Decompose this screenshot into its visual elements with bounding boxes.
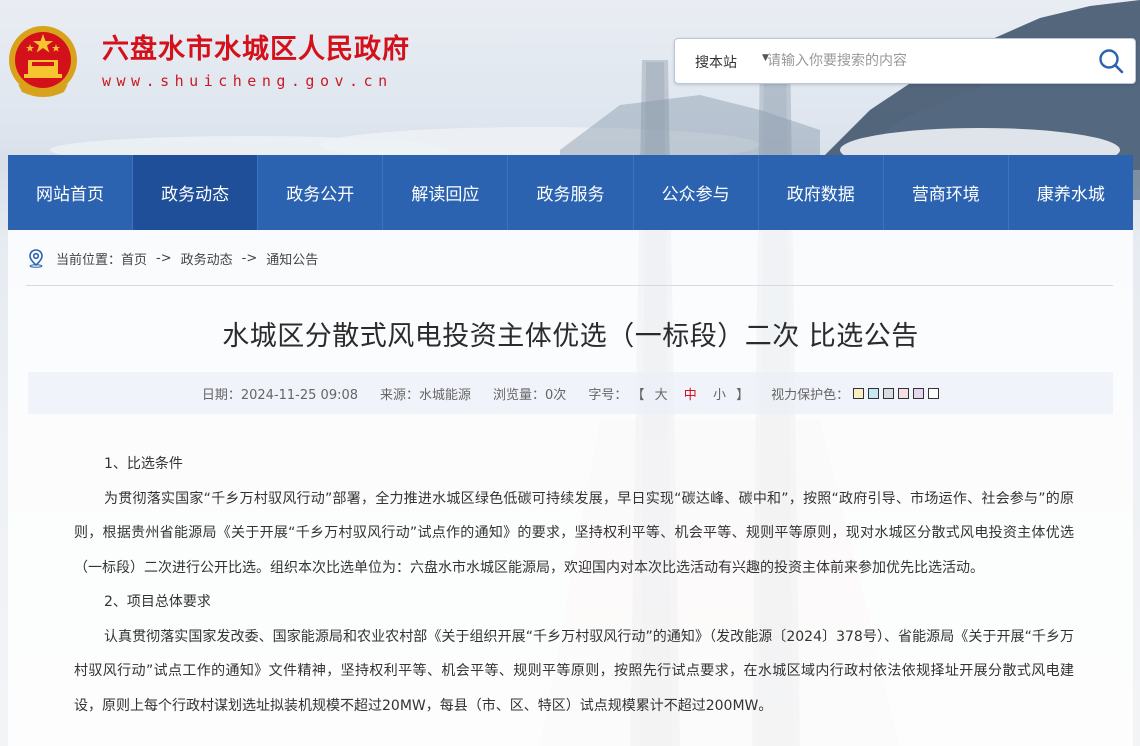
paragraph: 为贯彻落实国家“千乡万村驭风行动”部署，全力推进水城区绿色低碳可持续发展，早日实… <box>74 490 1074 576</box>
eye-care-swatch[interactable] <box>853 387 865 399</box>
search-bar: 搜本站 ▼ <box>674 38 1136 84</box>
location-icon <box>29 249 43 268</box>
article-source: 来源：水城能源 <box>380 387 472 403</box>
section-heading: 2、项目总体要求 <box>104 594 211 610</box>
article-title: 水城区分散式风电投资主体优选（一标段）二次 比选公告 <box>222 321 919 352</box>
nav-item-business[interactable]: 营商环境 <box>884 155 1009 230</box>
font-size-medium[interactable]: 中 <box>684 388 697 403</box>
nav-item-participation[interactable]: 公众参与 <box>634 155 759 230</box>
breadcrumb-home[interactable]: 首页 <box>121 249 147 268</box>
nav-item-disclosure[interactable]: 政务公开 <box>258 155 384 230</box>
eye-care-swatch[interactable] <box>898 387 910 399</box>
breadcrumb-news[interactable]: 政务动态 <box>181 249 233 268</box>
font-size-large[interactable]: 大 <box>655 388 668 403</box>
main-nav: 网站首页 政务动态 政务公开 解读回应 政务服务 公众参与 政府数据 营商环境 … <box>8 155 1133 230</box>
breadcrumb-notices[interactable]: 通知公告 <box>266 249 318 268</box>
breadcrumb-label: 当前位置： <box>56 252 122 268</box>
nav-item-data[interactable]: 政府数据 <box>759 155 884 230</box>
article-meta: 日期：2024-11-25 09:08 来源：水城能源 浏览量：0次 字号： 【… <box>28 372 1113 414</box>
site-title: 六盘水市水城区人民政府 <box>102 34 410 65</box>
bracket-open: 【 <box>631 387 645 403</box>
nav-item-wellness[interactable]: 康养水城 <box>1009 155 1133 230</box>
content-panel: 当前位置： 首页 -> 政务动态 -> 通知公告 水城区分散式风电投资主体优选（… <box>8 230 1133 746</box>
eye-care-swatch[interactable] <box>868 387 880 399</box>
search-icon[interactable] <box>1097 47 1125 75</box>
nav-item-interpretation[interactable]: 解读回应 <box>383 155 509 230</box>
eye-care-swatch[interactable] <box>913 387 925 399</box>
eye-care-label: 视力保护色： <box>771 387 850 403</box>
section-heading: 1、比选条件 <box>104 456 183 472</box>
font-size-small[interactable]: 小 <box>713 388 726 403</box>
bracket-close: 】 <box>736 387 750 403</box>
breadcrumb-separator: -> <box>156 250 172 266</box>
divider <box>26 285 1113 286</box>
search-input[interactable] <box>765 47 1089 75</box>
eye-care-swatches <box>853 387 940 399</box>
font-size-label: 字号： <box>588 387 628 403</box>
eye-care-swatch[interactable] <box>883 387 895 399</box>
breadcrumb-separator: -> <box>241 250 258 266</box>
national-emblem-icon <box>9 26 77 97</box>
publish-date: 日期：2024-11-25 09:08 <box>201 387 359 403</box>
paragraph: 认真贯彻落实国家发改委、国家能源局和农业农村部《关于组织开展“千乡万村驭风行动”… <box>74 628 1074 714</box>
view-count: 浏览量：0次 <box>493 387 567 403</box>
site-domain: www.shuicheng.gov.cn <box>102 72 393 90</box>
eye-care-swatch[interactable] <box>928 387 940 399</box>
breadcrumb: 当前位置： 首页 -> 政务动态 -> 通知公告 <box>26 248 318 268</box>
site-brand[interactable]: 六盘水市水城区人民政府 www.shuicheng.gov.cn <box>6 22 410 102</box>
article-body: 1、比选条件 为贯彻落实国家“千乡万村驭风行动”部署，全力推进水城区绿色低碳可持… <box>74 447 1074 723</box>
font-size-control: 字号： 【 大 中 小 】 <box>588 384 749 403</box>
search-scope-dropdown[interactable]: 搜本站 <box>695 52 737 72</box>
nav-item-home[interactable]: 网站首页 <box>8 155 134 230</box>
nav-item-services[interactable]: 政务服务 <box>508 155 634 230</box>
nav-item-news[interactable]: 政务动态 <box>133 155 259 230</box>
